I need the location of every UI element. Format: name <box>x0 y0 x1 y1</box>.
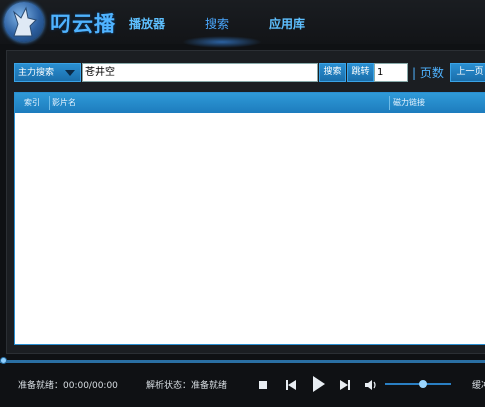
column-divider <box>389 96 390 110</box>
parse-status: 解析状态：准备就绪 <box>146 381 228 391</box>
stop-icon[interactable] <box>256 377 270 391</box>
active-tab-indicator <box>182 36 262 48</box>
wolf-logo-icon <box>4 2 44 42</box>
tab-search[interactable]: 搜索 <box>205 15 229 32</box>
column-header-title[interactable]: 影片名 <box>52 93 76 113</box>
tab-apps[interactable]: 应用库 <box>269 15 305 32</box>
previous-icon[interactable] <box>284 377 298 391</box>
playback-progress-handle[interactable] <box>0 357 7 364</box>
play-icon[interactable] <box>310 375 326 393</box>
search-input[interactable]: 苍井空 <box>82 63 318 82</box>
tab-player[interactable]: 播放器 <box>129 15 165 32</box>
volume-slider-handle[interactable] <box>419 380 427 388</box>
dropdown-arrow-icon <box>65 70 75 76</box>
results-table[interactable]: 索引 影片名 磁力链接 <box>14 92 485 345</box>
search-type-label: 主力搜索 <box>18 68 55 78</box>
column-header-magnet[interactable]: 磁力链接 <box>393 93 425 113</box>
table-header: 索引 影片名 磁力链接 <box>15 93 485 113</box>
column-header-index[interactable]: 索引 <box>24 93 40 113</box>
page-count-label: | 页数 <box>412 66 444 80</box>
buffer-status: 缓冲 <box>472 381 485 391</box>
app-title: 叼云播 <box>50 12 116 36</box>
column-divider <box>49 96 50 110</box>
playback-progress-bar[interactable] <box>0 360 485 363</box>
app-header: 叼云播 播放器 搜索 应用库 <box>0 0 485 48</box>
next-icon[interactable] <box>338 377 352 391</box>
previous-page-button[interactable]: 上一页 <box>450 63 485 82</box>
volume-icon[interactable] <box>364 377 378 391</box>
jump-button[interactable]: 跳转 <box>347 63 374 82</box>
page-number-input[interactable]: 1 <box>374 63 408 82</box>
search-button[interactable]: 搜索 <box>319 63 346 82</box>
playback-status: 准备就绪：00:00/00:00 <box>18 381 118 391</box>
volume-slider[interactable] <box>385 383 451 385</box>
search-type-select[interactable]: 主力搜索 <box>14 63 81 82</box>
